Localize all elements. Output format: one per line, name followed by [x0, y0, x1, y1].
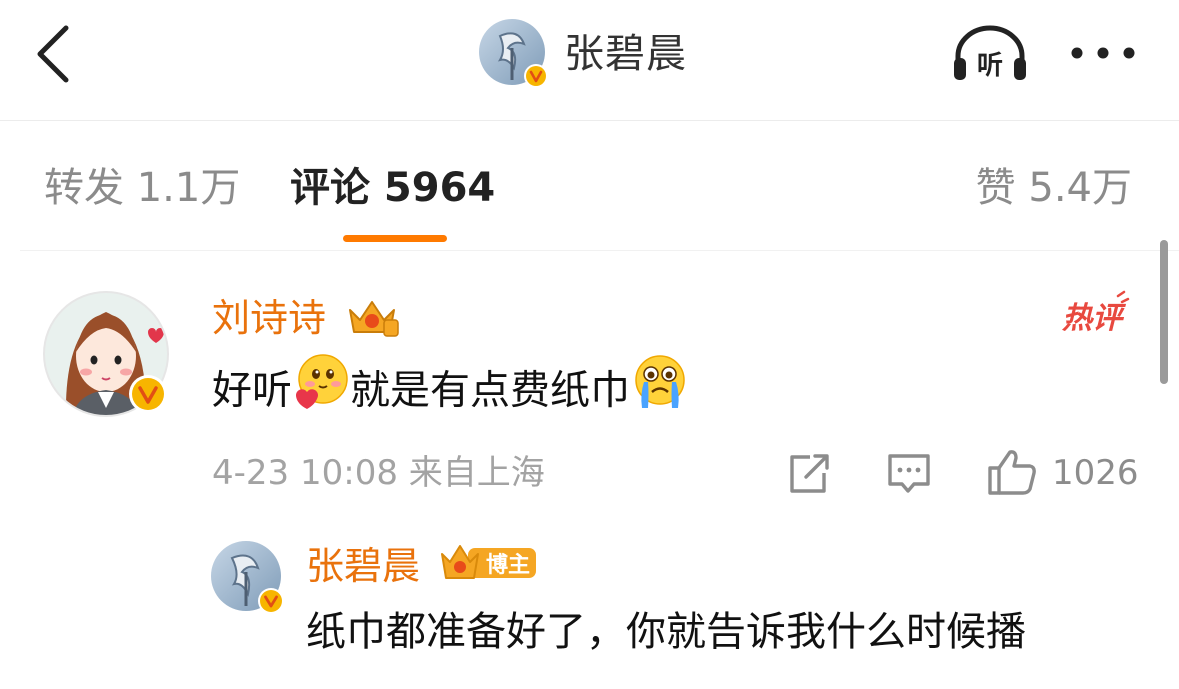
tab-reposts[interactable]: 转发 1.1万: [44, 160, 240, 216]
active-tab-indicator: [343, 235, 447, 242]
listen-button[interactable]: 听: [952, 24, 1028, 84]
reply-author-avatar[interactable]: [210, 540, 286, 616]
comment-text: 好听 就是有点费纸巾: [212, 352, 690, 430]
scrollbar[interactable]: [1160, 240, 1168, 384]
crying-emoji: [630, 352, 690, 427]
listen-label: 听: [977, 51, 1003, 81]
blush-heart-emoji: [292, 352, 350, 427]
crown-badge-icon: [344, 296, 400, 338]
page-title: 张碧晨: [564, 31, 687, 77]
blogger-badge: 博主: [440, 542, 538, 584]
more-dots-icon: [1071, 47, 1135, 59]
headphones-icon: 听: [954, 25, 1026, 81]
hot-comment-tag: 热评: [1058, 290, 1132, 336]
commenter-name[interactable]: 刘诗诗: [212, 290, 326, 346]
tab-comments[interactable]: 评论 5964: [290, 160, 495, 216]
like-button[interactable]: [986, 448, 1040, 498]
reply-button[interactable]: [886, 448, 932, 498]
reply-text: 纸巾都准备好了，你就告诉我什么时候播: [306, 609, 1026, 655]
hot-tag-label: 热评: [1061, 301, 1127, 336]
share-button[interactable]: [786, 448, 830, 498]
like-count: 1026: [1052, 453, 1139, 493]
thumbs-up-icon: [988, 450, 1036, 495]
header-divider: [0, 120, 1179, 121]
more-menu-button[interactable]: [1066, 30, 1140, 76]
blogger-badge-label: 博主: [486, 552, 530, 578]
header-avatar[interactable]: [478, 18, 550, 90]
comment-timestamp-location: 4-23 10:08 来自上海: [212, 453, 545, 493]
reply-icon: [888, 454, 930, 493]
comment-text-part2: 就是有点费纸巾: [350, 367, 630, 414]
share-icon: [790, 454, 829, 493]
tabs-divider: [20, 250, 1179, 251]
tab-likes[interactable]: 赞 5.4万: [976, 160, 1132, 216]
comment-text-part1: 好听: [212, 367, 292, 414]
reply-author-name[interactable]: 张碧晨: [306, 538, 420, 594]
back-button[interactable]: [34, 24, 74, 84]
commenter-avatar[interactable]: [42, 290, 170, 418]
chevron-left-icon: [37, 25, 69, 83]
